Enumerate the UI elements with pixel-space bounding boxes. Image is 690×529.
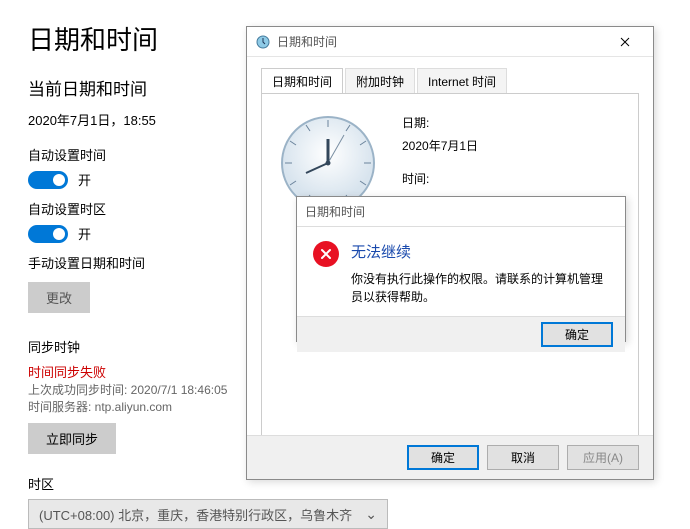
error-ok-button[interactable]: 确定 bbox=[541, 322, 613, 347]
auto-tz-toggle-state: 开 bbox=[78, 224, 91, 243]
tab-internet-time[interactable]: Internet 时间 bbox=[417, 68, 507, 94]
dialog-title: 日期和时间 bbox=[277, 33, 337, 50]
apply-button[interactable]: 应用(A) bbox=[567, 445, 639, 470]
timezone-dropdown[interactable]: (UTC+08:00) 北京，重庆，香港特别行政区，乌鲁木齐 bbox=[28, 499, 388, 529]
change-datetime-button[interactable]: 更改 bbox=[28, 282, 90, 313]
error-dialog: 日期和时间 无法继续 你没有执行此操作的权限。请联系的计算机管理员以获得帮助。 … bbox=[296, 196, 626, 342]
time-label: 时间: bbox=[402, 168, 478, 191]
date-value: 2020年7月1日 bbox=[402, 135, 478, 158]
tab-strip: 日期和时间 附加时钟 Internet 时间 bbox=[247, 57, 653, 93]
error-icon bbox=[313, 241, 339, 267]
auto-tz-toggle[interactable] bbox=[28, 225, 68, 243]
clock-icon bbox=[255, 34, 271, 50]
dialog-button-bar: 确定 取消 应用(A) bbox=[247, 435, 653, 479]
date-label: 日期: bbox=[402, 112, 478, 135]
dialog-titlebar: 日期和时间 bbox=[247, 27, 653, 57]
error-message: 你没有执行此操作的权限。请联系的计算机管理员以获得帮助。 bbox=[351, 270, 609, 306]
sync-now-button[interactable]: 立即同步 bbox=[28, 423, 116, 454]
chevron-down-icon bbox=[365, 506, 377, 523]
error-dialog-title: 日期和时间 bbox=[305, 203, 365, 220]
error-heading: 无法继续 bbox=[351, 241, 609, 262]
ok-button[interactable]: 确定 bbox=[407, 445, 479, 470]
auto-time-toggle[interactable] bbox=[28, 171, 68, 189]
auto-time-toggle-state: 开 bbox=[78, 170, 91, 189]
timezone-value: (UTC+08:00) 北京，重庆，香港特别行政区，乌鲁木齐 bbox=[39, 505, 352, 524]
close-button[interactable] bbox=[605, 28, 645, 56]
cancel-button[interactable]: 取消 bbox=[487, 445, 559, 470]
tab-additional-clocks[interactable]: 附加时钟 bbox=[345, 68, 415, 94]
tab-datetime[interactable]: 日期和时间 bbox=[261, 68, 343, 94]
